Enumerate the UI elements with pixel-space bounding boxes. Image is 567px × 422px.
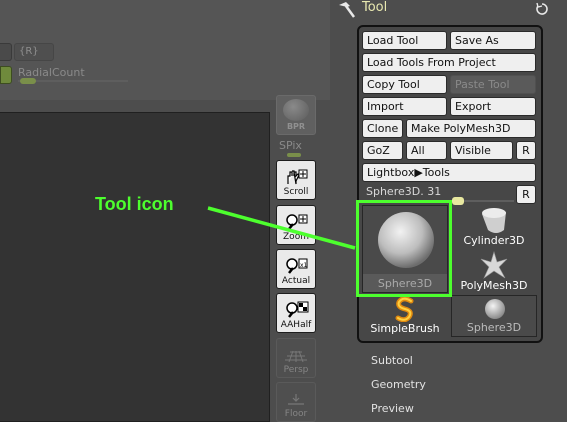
geometry-menu[interactable]: Geometry: [371, 378, 426, 391]
callout-line: [207, 206, 356, 250]
subtool-menu[interactable]: Subtool: [371, 354, 413, 367]
tool-icon-callout: Tool icon: [95, 194, 174, 214]
preview-menu[interactable]: Preview: [371, 402, 414, 415]
